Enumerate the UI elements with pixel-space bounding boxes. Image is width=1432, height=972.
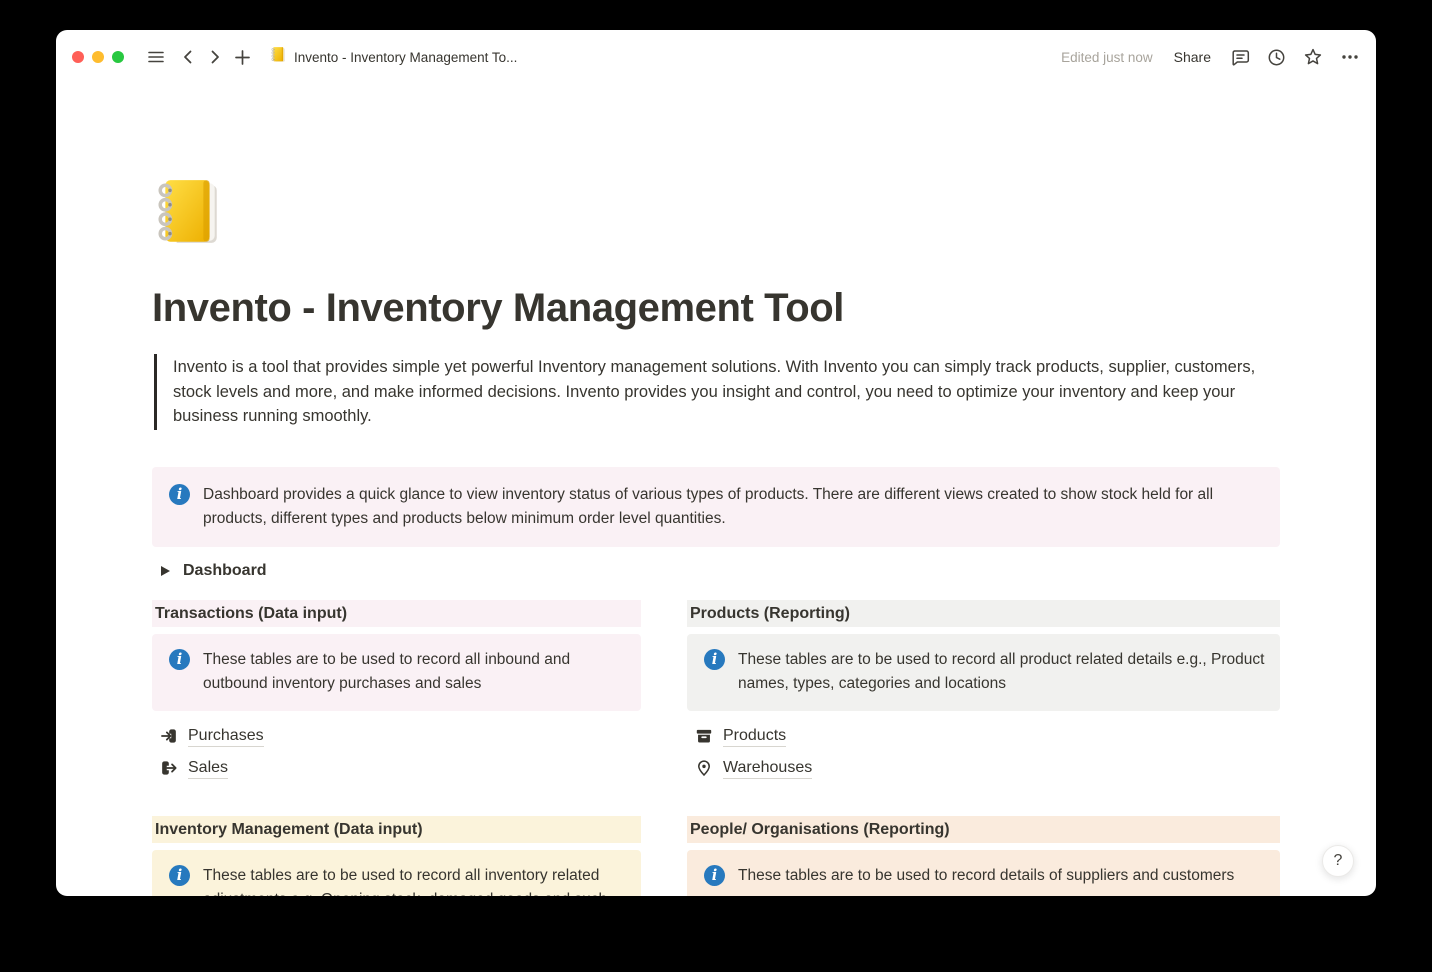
section-people-organisations: People/ Organisations (Reporting) i Thes… [687,816,1280,896]
section-inventory-management: Inventory Management (Data input) i Thes… [152,816,641,896]
notion-window: Invento - Inventory Management To... Edi… [56,30,1376,896]
forward-button-icon[interactable] [207,49,223,65]
page-link-purchases[interactable]: Purchases [152,723,641,748]
info-icon: i [169,484,190,505]
zoom-button[interactable] [112,51,124,63]
new-tab-icon[interactable] [234,49,251,66]
dashboard-toggle[interactable]: Dashboard [152,557,267,585]
section-callout: i These tables are to be used to record … [687,850,1280,896]
sidebar-toggle-icon[interactable] [147,48,165,66]
link-label[interactable]: Products [723,725,786,747]
info-icon: i [704,865,725,886]
help-button[interactable]: ? [1322,845,1354,877]
window-controls [72,51,124,63]
page-link-warehouses[interactable]: Warehouses [687,755,1280,780]
info-icon: i [704,649,725,670]
link-label[interactable]: Sales [188,757,228,779]
section-heading: Inventory Management (Data input) [152,816,641,843]
link-label[interactable]: Warehouses [723,757,812,779]
section-callout: i These tables are to be used to record … [687,634,1280,711]
doc-emoji-icon [270,46,287,68]
edited-status: Edited just now [1061,50,1153,65]
dashboard-info-callout: i Dashboard provides a quick glance to v… [152,467,1280,547]
minimize-button[interactable] [92,51,104,63]
section-products: Products (Reporting) i These tables are … [687,600,1280,787]
callout-text: Dashboard provides a quick glance to vie… [203,483,1264,547]
link-label[interactable]: Purchases [188,725,264,747]
archive-box-icon [695,727,713,745]
page-title: Invento - Inventory Management Tool [152,284,1280,332]
back-button-icon[interactable] [180,49,196,65]
callout-text: These tables are to be used to record al… [203,864,635,896]
close-button[interactable] [72,51,84,63]
titlebar: Invento - Inventory Management To... Edi… [56,30,1376,84]
toggle-label: Dashboard [183,562,267,580]
page-link-sales[interactable]: Sales [152,755,641,780]
favorite-star-icon[interactable] [1303,47,1323,67]
exit-door-icon [160,759,178,777]
section-heading: Products (Reporting) [687,600,1280,627]
callout-text: These tables are to be used to record al… [203,648,635,697]
breadcrumb[interactable]: Invento - Inventory Management To... [270,46,517,68]
comments-icon[interactable] [1231,48,1250,67]
history-icon[interactable] [1267,48,1286,67]
more-options-icon[interactable] [1340,47,1360,67]
toggle-triangle-icon[interactable] [161,566,170,576]
section-heading: Transactions (Data input) [152,600,641,627]
info-icon: i [169,865,190,886]
info-icon: i [169,649,190,670]
section-callout: i These tables are to be used to record … [152,850,641,896]
location-pin-icon [695,759,713,777]
section-callout: i These tables are to be used to record … [152,634,641,711]
page-link-products[interactable]: Products [687,723,1280,748]
callout-text: These tables are to be used to record de… [738,864,1234,896]
share-button[interactable]: Share [1174,49,1211,65]
page-emoji-ledger-icon[interactable] [152,175,226,249]
quote-block: Invento is a tool that provides simple y… [154,354,1274,430]
enter-door-icon [160,727,178,745]
callout-text: These tables are to be used to record al… [738,648,1274,697]
section-transactions: Transactions (Data input) i These tables… [152,600,641,787]
doc-title: Invento - Inventory Management To... [294,50,517,65]
section-heading: People/ Organisations (Reporting) [687,816,1280,843]
